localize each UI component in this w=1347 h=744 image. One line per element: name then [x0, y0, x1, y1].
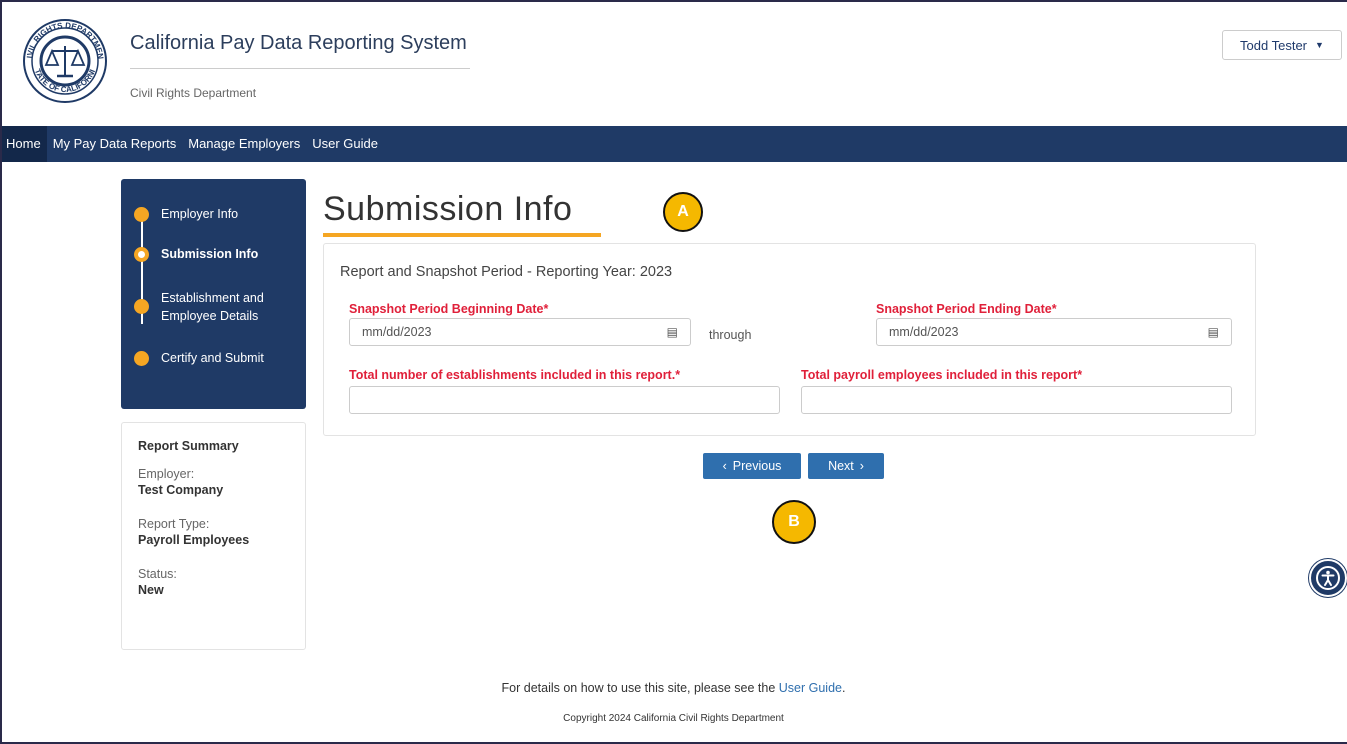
card-title: Report and Snapshot Period - Reporting Y…: [340, 264, 673, 280]
step-certify-submit[interactable]: Certify and Submit: [134, 349, 264, 367]
step-label: Employer Info: [161, 207, 239, 221]
submission-form-card: Report and Snapshot Period - Reporting Y…: [323, 243, 1256, 436]
through-text: through: [709, 328, 752, 342]
step-label: Certify and Submit: [161, 351, 264, 365]
end-date-label: Snapshot Period Ending Date*: [876, 302, 1057, 316]
main-nav: Home My Pay Data Reports Manage Employer…: [0, 126, 1347, 162]
step-establishment-details[interactable]: Establishment and Employee Details: [134, 289, 294, 325]
employer-value: Test Company: [138, 483, 224, 497]
nav-user-guide[interactable]: User Guide: [306, 126, 384, 162]
step-complete-icon: [134, 207, 149, 222]
previous-button[interactable]: ‹ Previous: [703, 453, 801, 479]
title-divider: [130, 68, 470, 69]
user-menu-button[interactable]: Todd Tester ▼: [1222, 30, 1342, 60]
department-name: Civil Rights Department: [130, 86, 257, 100]
nav-home[interactable]: Home: [0, 126, 47, 162]
callout-marker-a: A: [663, 192, 703, 232]
report-type-value: Payroll Employees: [138, 533, 250, 547]
user-guide-link[interactable]: User Guide: [779, 681, 842, 695]
employees-label: Total payroll employees included in this…: [801, 368, 1083, 382]
step-pending-icon: [134, 299, 149, 314]
step-label: Establishment and Employee Details: [161, 291, 264, 323]
end-date-value: mm/dd/2023: [889, 325, 959, 339]
progress-steps: Employer Info Submission Info Establishm…: [121, 179, 306, 409]
status-value: New: [138, 583, 164, 597]
nav-my-pay-data-reports[interactable]: My Pay Data Reports: [47, 126, 183, 162]
accessibility-icon[interactable]: [1309, 559, 1347, 597]
summary-heading: Report Summary: [138, 439, 239, 453]
calendar-icon[interactable]: ▤: [1208, 325, 1219, 339]
state-seal-logo: CIVIL RIGHTS DEPARTMENT STATE OF CALIFOR…: [19, 11, 108, 104]
help-prefix: For details on how to use this site, ple…: [501, 681, 779, 695]
step-current-icon: [134, 247, 149, 262]
begin-date-label: Snapshot Period Beginning Date*: [349, 302, 549, 316]
calendar-icon[interactable]: ▤: [667, 325, 678, 339]
callout-marker-b: B: [772, 500, 816, 544]
status-label: Status:: [138, 567, 177, 581]
next-label: Next: [828, 459, 854, 473]
chevron-right-icon: ›: [859, 459, 864, 473]
report-type-label: Report Type:: [138, 517, 210, 531]
begin-date-input[interactable]: mm/dd/2023 ▤: [349, 318, 691, 346]
report-summary-panel: Report Summary Employer: Test Company Re…: [121, 422, 306, 650]
copyright-text: Copyright 2024 California Civil Rights D…: [563, 713, 784, 724]
title-underline: [323, 233, 601, 237]
establishments-input[interactable]: [349, 386, 780, 414]
begin-date-value: mm/dd/2023: [362, 325, 432, 339]
app-title: California Pay Data Reporting System: [130, 32, 467, 54]
end-date-input[interactable]: mm/dd/2023 ▤: [876, 318, 1232, 346]
nav-manage-employers[interactable]: Manage Employers: [182, 126, 306, 162]
page-title: Submission Info: [323, 190, 573, 228]
page-header: CIVIL RIGHTS DEPARTMENT STATE OF CALIFOR…: [0, 0, 1347, 126]
step-employer-info[interactable]: Employer Info: [134, 205, 238, 223]
step-pending-icon: [134, 351, 149, 366]
user-name: Todd Tester: [1240, 37, 1308, 53]
chevron-left-icon: ‹: [722, 459, 727, 473]
step-label: Submission Info: [161, 247, 259, 261]
step-submission-info[interactable]: Submission Info: [134, 245, 258, 263]
help-suffix: .: [842, 681, 846, 695]
employees-input[interactable]: [801, 386, 1232, 414]
caret-down-icon: ▼: [1315, 40, 1324, 50]
previous-label: Previous: [732, 459, 782, 473]
next-button[interactable]: Next ›: [808, 453, 884, 479]
employer-label: Employer:: [138, 467, 195, 481]
help-text: For details on how to use this site, ple…: [0, 681, 1347, 695]
establishments-label: Total number of establishments included …: [349, 368, 681, 382]
